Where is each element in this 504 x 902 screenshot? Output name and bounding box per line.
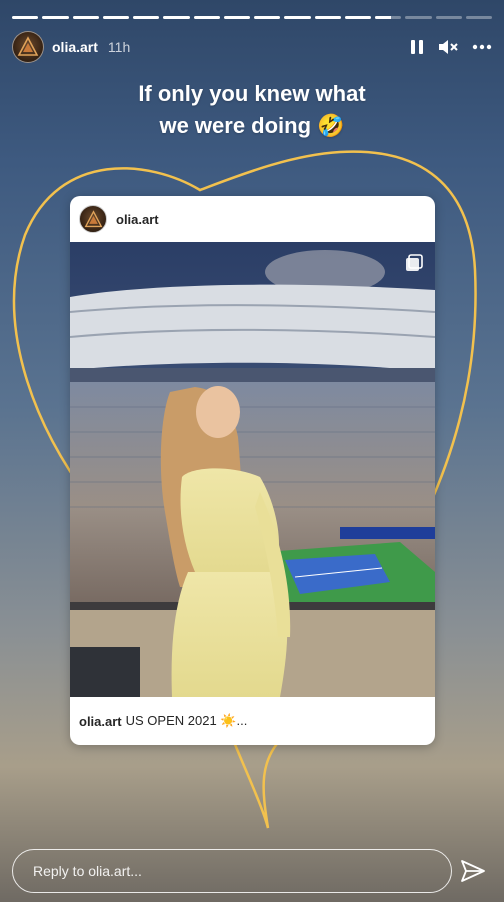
caption-line-1: If only you knew what (138, 81, 366, 106)
story-progress-segment (102, 16, 129, 19)
story-progress-fill (163, 16, 190, 19)
story-progress-segment (375, 16, 402, 19)
send-button[interactable] (458, 856, 488, 886)
story-progress-segment (344, 16, 371, 19)
post-caption: olia.art US OPEN 2021 ☀️... (70, 697, 435, 745)
caption-line-2: we were doing 🤣 (159, 113, 345, 138)
story-progress-fill (12, 16, 39, 19)
avatar-logo-icon (84, 209, 102, 227)
story-progress-segment (254, 16, 281, 19)
story-viewer: olia.art 11h If only you knew what we we… (0, 0, 504, 902)
story-progress-segment (284, 16, 311, 19)
more-icon (472, 44, 492, 50)
reply-input[interactable]: Reply to olia.art... (12, 849, 452, 893)
mute-icon (439, 40, 458, 54)
story-progress-segment (12, 16, 39, 19)
story-progress-segment (223, 16, 250, 19)
post-caption-username[interactable]: olia.art (79, 714, 122, 729)
pause-icon (411, 40, 423, 54)
avatar[interactable] (12, 31, 44, 63)
send-icon (461, 860, 485, 882)
story-progress-fill (42, 16, 69, 19)
story-header: olia.art 11h (12, 30, 492, 64)
story-progress-fill (254, 16, 281, 19)
stadium-photo (70, 242, 435, 697)
story-progress-segment (42, 16, 69, 19)
pause-button[interactable] (410, 39, 424, 55)
story-progress-segment (133, 16, 160, 19)
more-options-button[interactable] (472, 44, 492, 50)
story-progress-fill (133, 16, 160, 19)
mute-button[interactable] (438, 39, 458, 55)
story-progress-segment (193, 16, 220, 19)
story-progress-fill (375, 16, 391, 19)
story-progress-fill (314, 16, 341, 19)
story-progress-segment (72, 16, 99, 19)
story-progress-segment (435, 16, 462, 19)
post-photo[interactable] (70, 242, 435, 697)
story-progress-fill (344, 16, 371, 19)
story-username[interactable]: olia.art (52, 39, 98, 55)
avatar-logo-icon (17, 36, 39, 56)
post-caption-text: US OPEN 2021 ☀️... (125, 713, 248, 728)
story-timestamp: 11h (107, 39, 131, 55)
story-progress-segment (314, 16, 341, 19)
story-progress-fill (102, 16, 129, 19)
story-progress-fill (72, 16, 99, 19)
story-controls (410, 39, 492, 55)
shared-post-card[interactable]: olia.art olia.art US OPEN 2021 ☀️... (70, 196, 435, 745)
story-progress-fill (223, 16, 250, 19)
post-avatar[interactable] (79, 205, 107, 233)
story-progress-fill (284, 16, 311, 19)
post-username[interactable]: olia.art (116, 212, 159, 227)
reply-placeholder: Reply to olia.art... (33, 863, 142, 879)
story-progress-segment (405, 16, 432, 19)
story-progress-segment (163, 16, 190, 19)
story-progress-segment (465, 16, 492, 19)
post-header: olia.art (70, 196, 435, 242)
story-progress-fill (193, 16, 220, 19)
story-progress-bars (12, 16, 492, 19)
story-caption: If only you knew what we were doing 🤣 (0, 78, 504, 142)
carousel-icon (406, 254, 423, 271)
